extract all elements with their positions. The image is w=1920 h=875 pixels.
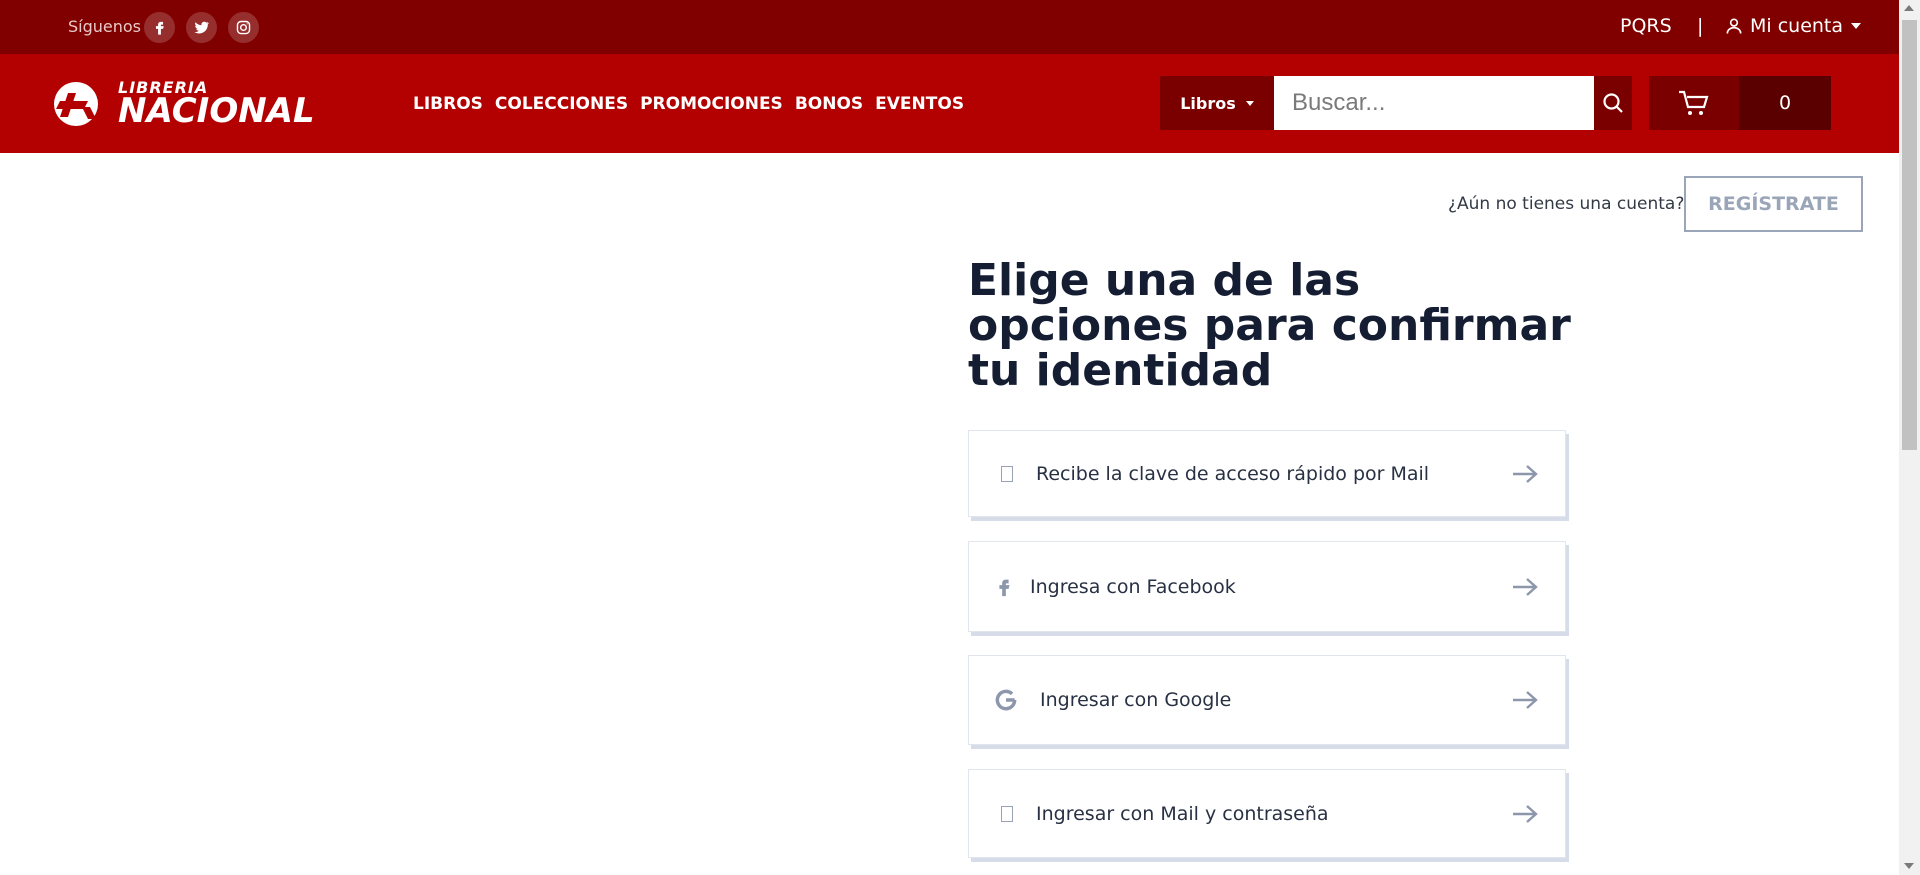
scroll-down-icon[interactable] — [1904, 863, 1914, 869]
cart-button[interactable]: 0 — [1649, 76, 1831, 130]
logo[interactable]: LIBRERIA NACIONAL — [48, 78, 315, 130]
facebook-icon — [993, 574, 1015, 600]
cart-count: 0 — [1739, 76, 1831, 130]
twitter-icon — [194, 21, 210, 34]
logo-mark-icon — [48, 79, 114, 129]
box-glyph-icon — [1001, 465, 1013, 482]
facebook-link[interactable] — [144, 12, 175, 43]
no-account-text: ¿Aún no tienes una cuenta? — [1448, 194, 1685, 214]
search-bar: Libros — [1160, 76, 1632, 130]
separator: | — [1697, 15, 1704, 37]
account-menu[interactable]: Mi cuenta — [1724, 15, 1862, 37]
menu-item-promociones[interactable]: PROMOCIONES — [640, 94, 783, 114]
option-mail-quick-access[interactable]: Recibe la clave de acceso rápido por Mai… — [968, 430, 1566, 517]
option-label: Recibe la clave de acceso rápido por Mai… — [1036, 462, 1430, 485]
scroll-up-icon[interactable] — [1904, 5, 1914, 11]
account-label: Mi cuenta — [1750, 15, 1844, 37]
menu-item-bonos[interactable]: BONOS — [795, 94, 863, 114]
arrow-right-icon — [1511, 804, 1539, 824]
twitter-link[interactable] — [186, 12, 217, 43]
option-google[interactable]: Ingresar con Google — [968, 655, 1566, 745]
pqrs-link[interactable]: PQRS — [1620, 15, 1672, 37]
google-icon — [993, 687, 1019, 713]
option-mail-password[interactable]: Ingresar con Mail y contraseña — [968, 769, 1566, 858]
cart-icon — [1679, 90, 1709, 115]
arrow-right-icon — [1511, 690, 1539, 710]
menu-item-libros[interactable]: LIBROS — [413, 94, 483, 114]
logo-text-big: NACIONAL — [118, 91, 315, 131]
page-scrollbar[interactable] — [1899, 0, 1920, 875]
main-menu: LIBROS COLECCIONES PROMOCIONES BONOS EVE… — [413, 94, 964, 114]
follow-label: Síguenos — [68, 17, 142, 36]
search-input[interactable] — [1274, 76, 1594, 130]
search-icon — [1603, 93, 1623, 113]
top-bar: Síguenos PQRS | Mi cuenta — [0, 0, 1899, 54]
arrow-right-icon — [1511, 464, 1539, 484]
facebook-icon — [155, 21, 164, 35]
menu-item-colecciones[interactable]: COLECCIONES — [495, 94, 628, 114]
chevron-down-icon — [1245, 100, 1254, 106]
option-label: Ingresar con Mail y contraseña — [1036, 802, 1329, 825]
main-header: LIBRERIA NACIONAL LIBROS COLECCIONES PRO… — [0, 54, 1899, 153]
option-facebook[interactable]: Ingresa con Facebook — [968, 541, 1566, 632]
instagram-icon — [236, 20, 251, 35]
user-icon — [1726, 18, 1742, 34]
option-label: Ingresa con Facebook — [1030, 575, 1236, 598]
search-category-select[interactable]: Libros — [1160, 76, 1274, 130]
chevron-down-icon — [1851, 23, 1862, 29]
arrow-right-icon — [1511, 577, 1539, 597]
cart-icon-box — [1649, 76, 1739, 130]
instagram-link[interactable] — [228, 12, 259, 43]
register-button[interactable]: REGÍSTRATE — [1684, 176, 1863, 232]
box-glyph-icon — [1001, 805, 1013, 822]
search-button[interactable] — [1594, 76, 1632, 130]
menu-item-eventos[interactable]: EVENTOS — [875, 94, 964, 114]
search-category-label: Libros — [1180, 93, 1236, 113]
page-title: Elige una de las opciones para confirmar… — [968, 255, 1571, 396]
scrollbar-thumb[interactable] — [1902, 20, 1917, 450]
option-label: Ingresar con Google — [1040, 689, 1232, 711]
